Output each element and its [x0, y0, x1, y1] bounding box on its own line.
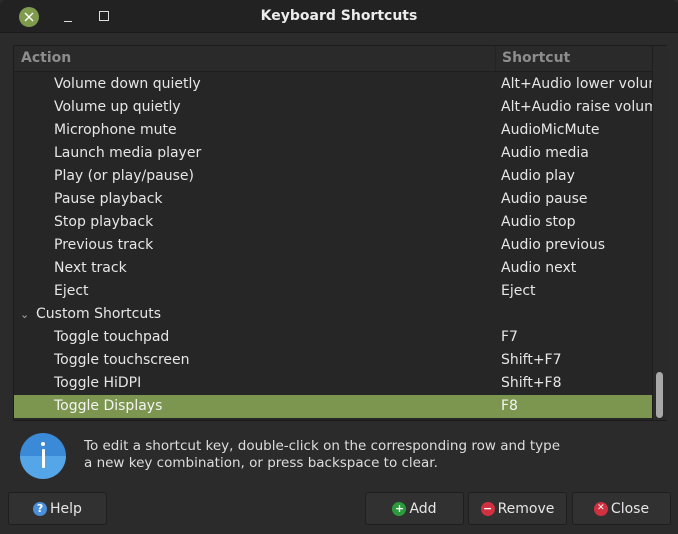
table-row[interactable]: Toggle touchpad F7 [14, 326, 652, 349]
shortcut-cell[interactable]: F8 [501, 395, 652, 418]
info-message: To edit a shortcut key, double-click on … [84, 438, 560, 472]
tree-group-row[interactable]: ⌄ Custom Shortcuts [14, 303, 652, 326]
window-title: Keyboard Shortcuts [260, 8, 418, 24]
table-row[interactable]: Stop playback Audio stop [14, 211, 652, 234]
action-cell: Pause playback [54, 191, 163, 207]
action-cell: Volume up quietly [54, 99, 181, 115]
close-icon: ✕ [593, 501, 608, 516]
table-row[interactable]: Toggle Displays F8 [14, 395, 652, 418]
table-row[interactable]: Microphone mute AudioMicMute [14, 119, 652, 142]
table-row[interactable]: Launch media player Audio media [14, 142, 652, 165]
title-bar: Keyboard Shortcuts [0, 0, 678, 33]
action-cell: Custom Shortcuts [36, 306, 162, 322]
info-line-2: a new key combination, or press backspac… [84, 455, 438, 471]
minus-icon: − [480, 501, 495, 516]
table-row[interactable]: Volume down quietly Alt+Audio lower volum… [14, 73, 652, 96]
shortcut-cell[interactable]: Shift+F8 [501, 372, 652, 395]
shortcut-cell[interactable]: Alt+Audio raise volume [501, 96, 652, 119]
action-cell: Toggle HiDPI [54, 375, 142, 391]
tree-header: Action Shortcut [14, 46, 652, 72]
close-button[interactable]: ✕ Close [572, 492, 671, 525]
tree-rows: Volume down quietly Alt+Audio lower volum… [14, 73, 652, 420]
shortcut-cell[interactable]: Eject [501, 280, 652, 303]
action-cell: Toggle touchscreen [54, 352, 190, 368]
action-cell: Previous track [54, 237, 154, 253]
chevron-down-icon[interactable]: ⌄ [20, 303, 29, 326]
shortcuts-tree[interactable]: Action Shortcut Volume down quietly Alt+A… [13, 45, 667, 421]
table-row[interactable]: Next track Audio next [14, 257, 652, 280]
vertical-scrollbar[interactable] [652, 46, 667, 420]
action-cell: Stop playback [54, 214, 154, 230]
plus-icon: + [392, 501, 407, 516]
shortcut-cell[interactable]: Audio pause [501, 188, 652, 211]
remove-button[interactable]: − Remove [468, 492, 567, 525]
action-cell: Microphone mute [54, 122, 177, 138]
close-button-label: Close [610, 500, 650, 517]
help-button[interactable]: ? Help [8, 492, 107, 525]
remove-button-label: Remove [497, 500, 555, 517]
column-separator[interactable] [495, 46, 496, 71]
add-button-label: Add [409, 500, 437, 517]
action-cell: Volume down quietly [54, 76, 201, 92]
shortcut-cell[interactable]: AudioMicMute [501, 119, 652, 142]
table-row[interactable]: Toggle HiDPI Shift+F8 [14, 372, 652, 395]
action-cell: Play (or play/pause) [54, 168, 194, 184]
table-row[interactable]: Pause playback Audio pause [14, 188, 652, 211]
action-cell: Eject [54, 283, 89, 299]
table-row[interactable]: Toggle touchscreen Shift+F7 [14, 349, 652, 372]
help-icon: ? [33, 501, 48, 516]
shortcut-cell[interactable]: Audio play [501, 165, 652, 188]
action-cell: Toggle Displays [54, 398, 163, 414]
action-cell: Next track [54, 260, 127, 276]
info-line-1: To edit a shortcut key, double-click on … [84, 438, 561, 454]
table-row[interactable]: Previous track Audio previous [14, 234, 652, 257]
add-button[interactable]: + Add [365, 492, 464, 525]
action-cell: Launch media player [54, 145, 202, 161]
column-header-shortcut[interactable]: Shortcut [502, 50, 570, 66]
table-row[interactable]: Volume up quietly Alt+Audio raise volume [14, 96, 652, 119]
shortcut-cell[interactable]: Audio stop [501, 211, 652, 234]
shortcut-cell[interactable]: F7 [501, 326, 652, 349]
table-row[interactable]: Eject Eject [14, 280, 652, 303]
info-icon [20, 433, 66, 479]
action-cell: Toggle touchpad [54, 329, 170, 345]
shortcut-cell[interactable]: Audio next [501, 257, 652, 280]
help-button-label: Help [50, 500, 82, 517]
shortcut-cell[interactable]: Audio media [501, 142, 652, 165]
shortcut-cell[interactable]: Shift+F7 [501, 349, 652, 372]
shortcut-cell[interactable]: Audio previous [501, 234, 652, 257]
scrollbar-thumb[interactable] [656, 372, 663, 418]
table-row[interactable]: Play (or play/pause) Audio play [14, 165, 652, 188]
column-header-action[interactable]: Action [21, 50, 71, 66]
shortcut-cell[interactable]: Alt+Audio lower volume [501, 73, 652, 96]
